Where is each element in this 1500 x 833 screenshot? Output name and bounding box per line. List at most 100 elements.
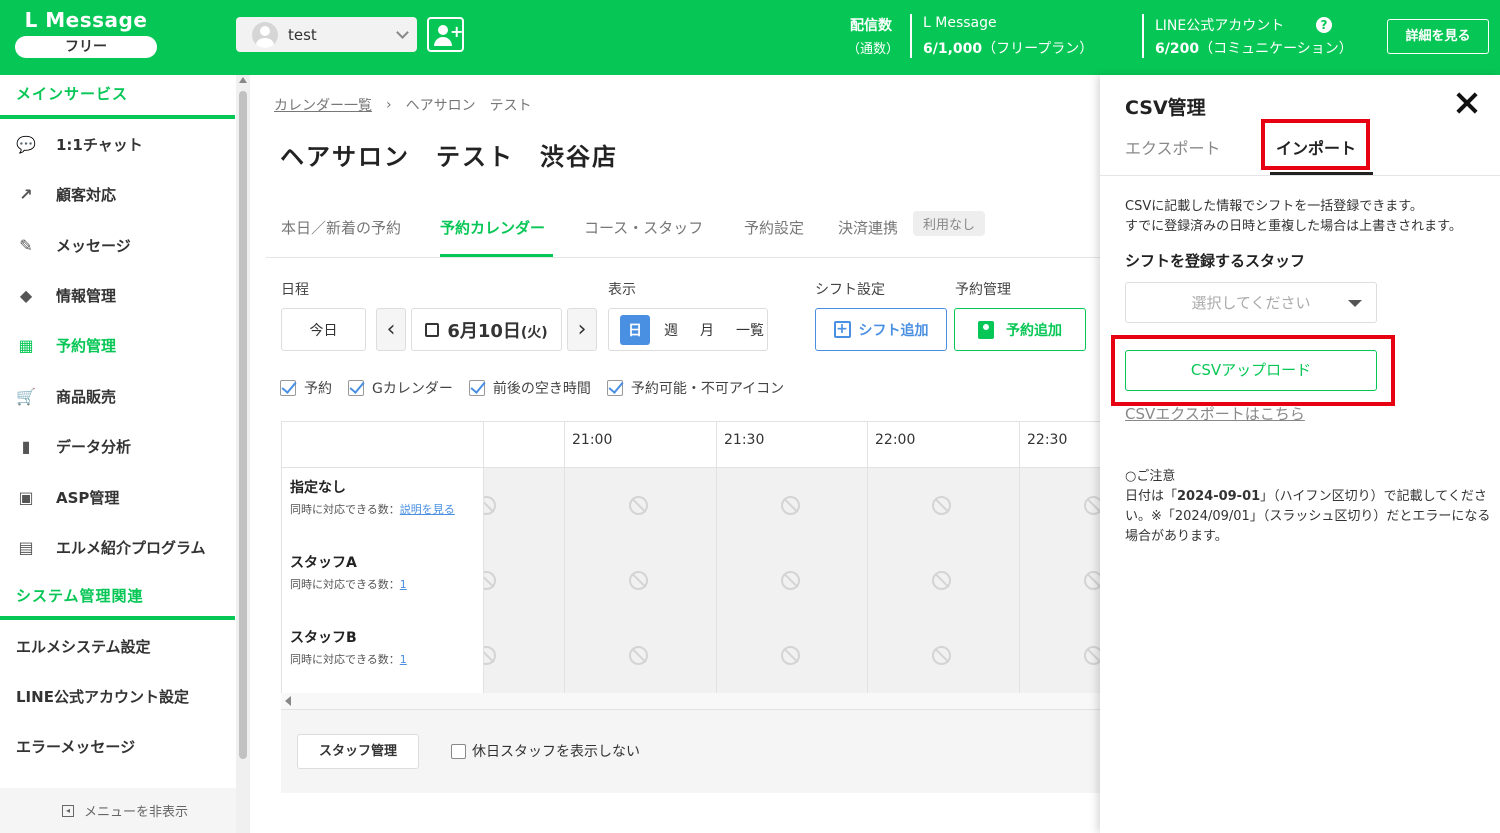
sidebar-item-analytics[interactable]: ▮ データ分析 [0,421,235,471]
sidebar-item-customer[interactable]: ↗ 顧客対応 [0,169,235,219]
capacity-link[interactable]: 1 [400,653,407,666]
breadcrumb-calendar-list[interactable]: カレンダー一覧 [274,95,372,115]
edit-icon: ✎ [19,235,33,255]
staff-cell: 指定なし 同時に対応できる数：説明を見る [282,468,483,543]
section-system: システム管理関連 [16,587,144,605]
filter-reservation[interactable]: 予約 [280,378,332,398]
sidebar-scrollbar[interactable] [236,75,250,833]
scroll-thumb[interactable] [239,91,247,759]
time-label: 22:30 [1027,432,1068,448]
chevron-down-icon [396,25,409,39]
drawer-description: CSVに記載した情報でシフトを一括登録できます。 すでに登録済みの日時と重複した… [1125,199,1462,234]
date-picker[interactable]: 6月10日(火) [411,308,562,351]
drawer-note: ○ご注意 日付は「2024-09-01」（ハイフン区切り）で記載してください。※… [1125,469,1491,544]
sidebar-item-line-settings[interactable]: LINE公式アカウント設定 [16,686,189,707]
hide-holiday-staff-toggle[interactable]: 休日スタッフを表示しない [451,741,640,761]
sidebar-item-chat[interactable]: 💬 1:1チャット [0,119,235,169]
sidebar-item-reservation[interactable]: ▦ 予約管理 [0,320,235,370]
add-shift-button[interactable]: + シフト追加 [815,308,947,351]
today-button[interactable]: 今日 [281,308,366,351]
unavailable-icon [781,646,800,665]
delivery-count-label: 配信数 [850,18,892,34]
line-account-stat-value: 6/200（コミュニケーション） [1155,41,1353,57]
checkbox-checked[interactable] [468,380,485,396]
staff-select[interactable]: 選択してください [1125,282,1377,323]
chart-icon: ▮ [21,436,31,456]
delivery-count-sub: （通数） [847,42,900,57]
staff-name: スタッフA [290,555,357,571]
capacity-link[interactable]: 1 [400,578,407,591]
tab-reservation-settings[interactable]: 予約設定 [744,217,804,257]
drawer-title: CSV管理 [1125,97,1206,119]
checkbox-checked[interactable] [606,380,623,396]
payment-status-badge: 利用なし [913,211,986,236]
sidebar: メインサービス 💬 1:1チャット ↗ 顧客対応 ✎ メッセージ ◆ 情報管理 … [0,75,250,833]
caret-down-icon [1348,300,1362,307]
brand-logo[interactable]: L Message フリー [15,8,157,58]
tab-payment[interactable]: 決済連携 [838,217,898,257]
sidebar-item-info[interactable]: ◆ 情報管理 [0,270,235,320]
add-reservation-button[interactable]: 予約追加 [954,308,1086,351]
filter-availability-icon[interactable]: 予約可能・不可アイコン [606,378,784,398]
sidebar-item-message[interactable]: ✎ メッセージ [0,220,235,270]
unavailable-icon [629,496,648,515]
sidebar-item-error-messages[interactable]: エラーメッセージ [16,736,135,757]
table-row: 指定なし 同時に対応できる数：説明を見る [282,468,1103,543]
staff-select-label: シフトを登録するスタッフ [1125,252,1306,270]
add-account-button[interactable]: + [427,17,464,52]
scroll-left-icon[interactable] [285,696,291,706]
prev-date-button[interactable]: ‹ [376,308,406,351]
tag-icon: ◆ [19,285,33,305]
calendar-icon [425,322,440,337]
close-icon[interactable] [1455,91,1479,115]
tab-today[interactable]: 本日／新着の予約 [281,217,401,257]
csv-management-drawer: CSV管理 エクスポート インポート CSVに記載した情報でシフトを一括登録でき… [1100,75,1500,833]
sidebar-item-referral[interactable]: ▤ エルメ紹介プログラム [0,522,235,572]
detail-button[interactable]: 詳細を見る [1387,19,1489,54]
hide-menu-button[interactable]: ◂ メニューを非表示 [0,788,250,833]
help-icon[interactable]: ? [1316,17,1332,33]
slot-area[interactable] [477,618,1103,693]
lmessage-stat-value: 6/1,000（フリープラン） [923,41,1094,57]
sidebar-item-system-settings[interactable]: エルメシステム設定 [16,636,151,657]
view-day-button[interactable]: 日 [620,314,650,345]
time-label: 21:00 [572,432,613,448]
time-label: 21:30 [724,432,765,448]
view-list-button[interactable]: 一覧 [736,320,764,340]
next-date-button[interactable]: › [567,308,597,351]
sidebar-item-asp[interactable]: ▣ ASP管理 [0,472,235,522]
staff-management-button[interactable]: スタッフ管理 [297,734,419,769]
filter-google-calendar[interactable]: Gカレンダー [348,378,453,398]
account-name: test [288,25,317,44]
grid-horizontal-scrollbar[interactable] [281,693,1100,709]
tab-export[interactable]: エクスポート [1125,135,1221,159]
filter-buffer-time[interactable]: 前後の空き時間 [468,378,591,398]
slot-area[interactable] [477,543,1103,618]
checkbox-checked[interactable] [348,380,364,396]
highlight-box-upload [1111,335,1395,406]
main-content: カレンダー一覧 › ヘアサロン テスト ヘアサロン テスト 渋谷店 本日／新着の… [250,75,1103,833]
breadcrumb-current: ヘアサロン テスト [405,98,532,114]
checkbox-checked[interactable] [280,380,296,396]
tab-course-staff[interactable]: コース・スタッフ [584,217,703,257]
scroll-up-icon[interactable] [239,77,247,83]
csv-export-link[interactable]: CSVエクスポートはこちら [1125,403,1305,424]
explain-link[interactable]: 説明を見る [400,503,455,516]
time-header-row: 21:00 21:30 22:00 22:30 [282,422,1101,468]
chevron-right-icon: › [386,97,392,113]
account-select[interactable]: test [236,17,417,52]
page-title: ヘアサロン テスト 渋谷店 [280,143,618,171]
slot-area[interactable] [477,468,1103,543]
checkbox[interactable] [451,743,466,759]
person-add-icon [438,25,448,35]
reservation-mgmt-label: 予約管理 [955,282,1011,298]
tab-reservation-calendar[interactable]: 予約カレンダー [440,217,553,257]
person-card-icon [978,320,994,339]
unavailable-icon [781,571,800,590]
sidebar-item-products[interactable]: 🛒 商品販売 [0,371,235,421]
unavailable-icon [781,496,800,515]
view-month-button[interactable]: 月 [700,320,714,340]
view-week-button[interactable]: 週 [664,320,678,340]
wallet-icon: ▣ [18,487,34,507]
clipboard-icon: ▤ [18,537,34,557]
